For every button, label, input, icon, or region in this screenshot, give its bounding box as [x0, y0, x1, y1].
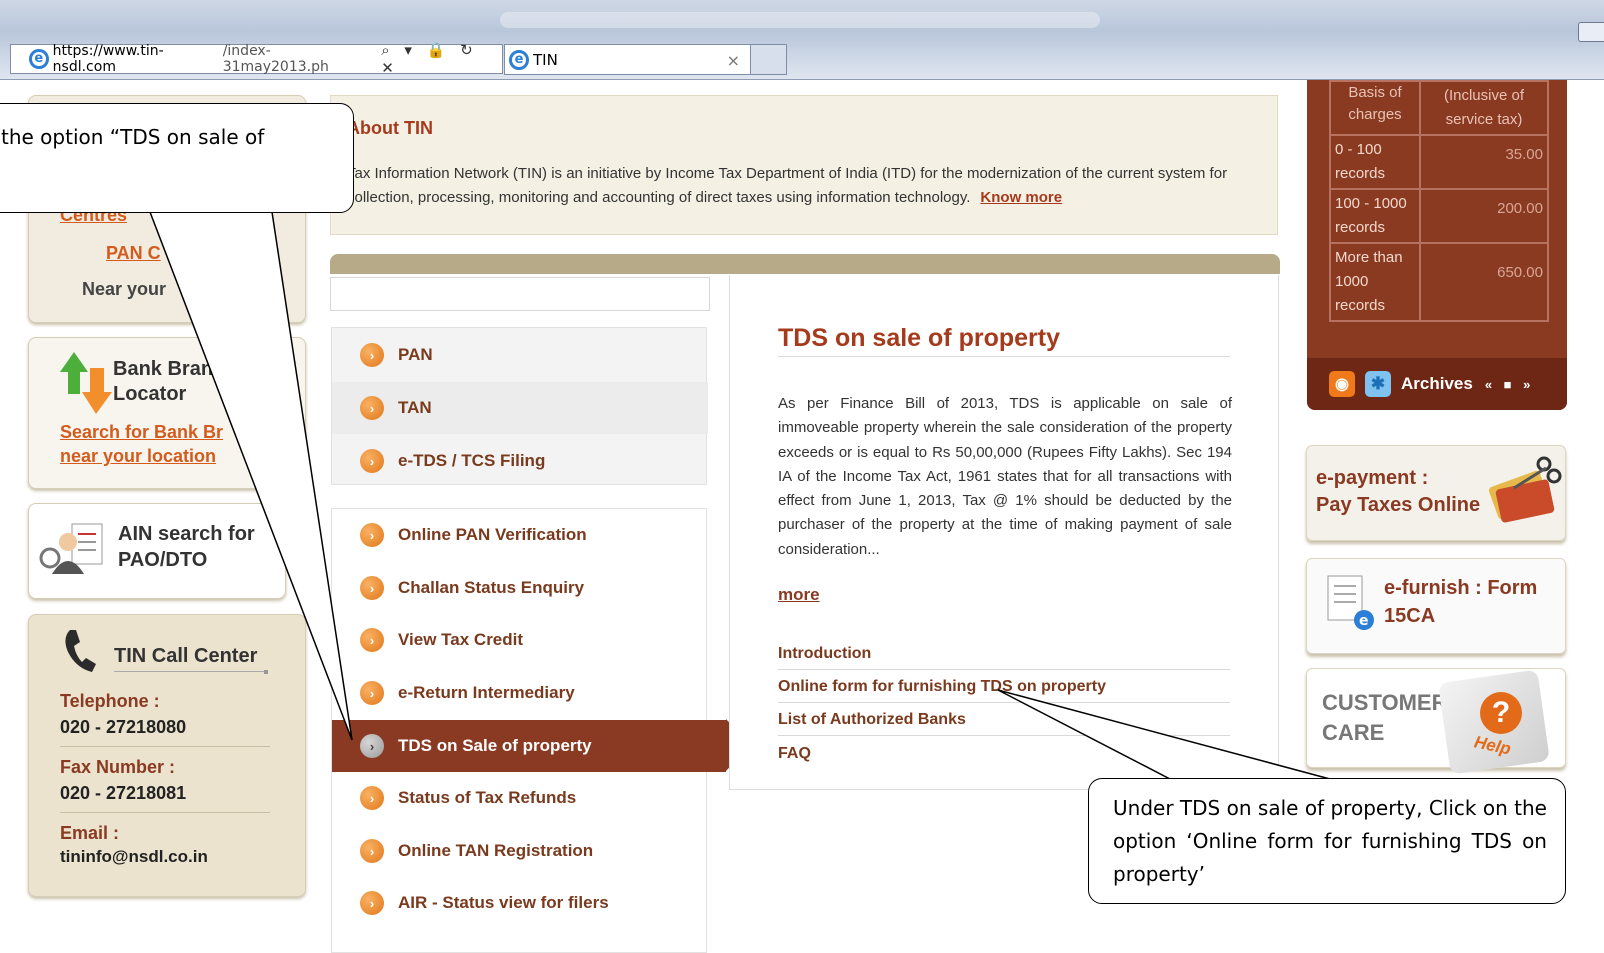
right-instruction-callout: Under TDS on sale of property, Click on … [1088, 778, 1566, 904]
right-callout-pointer [997, 689, 1331, 780]
left-callout-text: the option “TDS on sale of [1, 125, 265, 149]
left-callout-pointer [148, 211, 353, 741]
left-instruction-callout: the option “TDS on sale of [0, 103, 354, 213]
right-callout-text: Under TDS on sale of property, Click on … [1113, 796, 1547, 886]
